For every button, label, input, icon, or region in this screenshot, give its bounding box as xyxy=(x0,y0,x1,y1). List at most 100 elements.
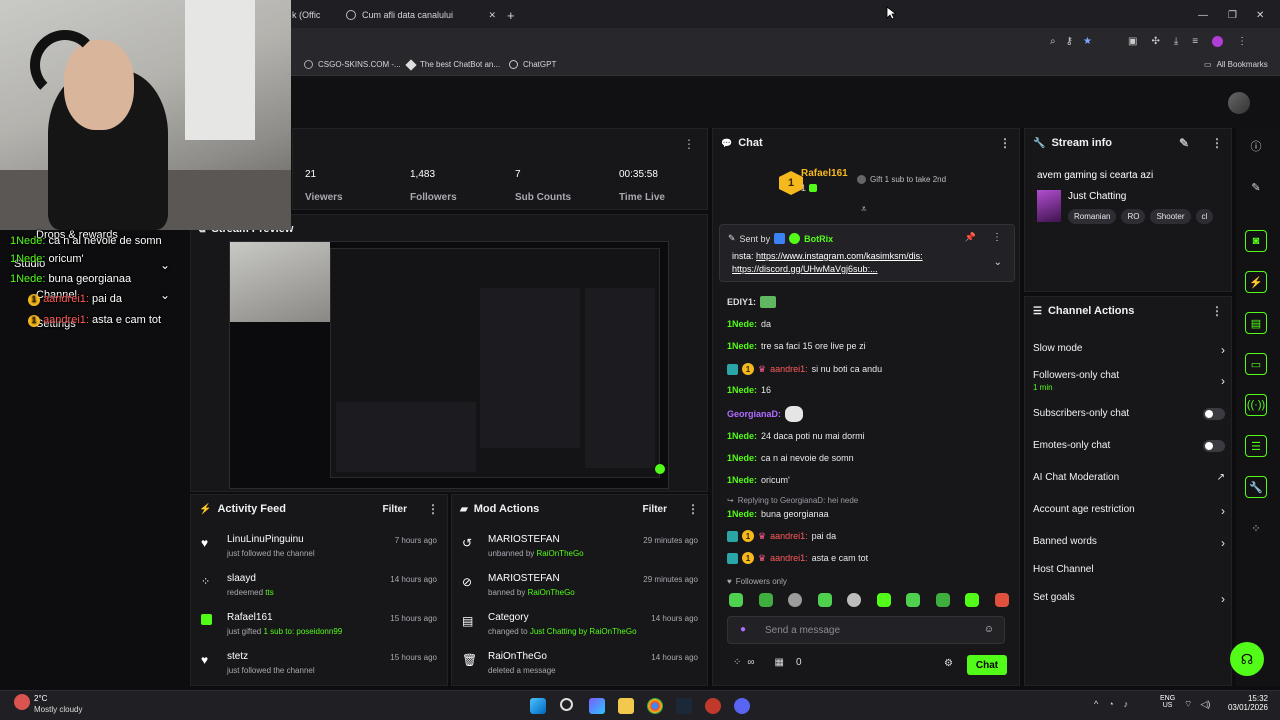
obs-icon[interactable] xyxy=(705,698,721,714)
microphone-icon[interactable]: ● xyxy=(740,624,746,635)
followers-only-row[interactable]: Followers-only chat 1 min › xyxy=(1033,370,1225,392)
chat-message[interactable]: GeorgianaD: xyxy=(727,406,804,422)
copilot-icon[interactable] xyxy=(589,698,605,714)
download-icon[interactable]: ⤓ xyxy=(1174,36,1178,47)
network-icon[interactable]: ◔ xyxy=(1108,699,1113,709)
subscribers-only-toggle[interactable] xyxy=(1203,408,1225,420)
wrench-icon[interactable]: 🔧 xyxy=(1245,476,1267,498)
feed-row[interactable]: Rafael161 just gifted 1 sub to: poseidonn… xyxy=(201,612,437,648)
pinned-link[interactable]: https://www.instagram.com/kasimksm/dis: xyxy=(756,251,923,261)
chat-message[interactable]: 1 ♛ aandrei1: pai da xyxy=(727,530,836,542)
banned-words-row[interactable]: Banned words › xyxy=(1033,536,1225,550)
pinned-menu-icon[interactable]: ⋮ xyxy=(992,232,1002,243)
mod-row[interactable]: ⊘ MARIOSTEFAN banned by RaiOnTheGo 29 minut… xyxy=(462,573,698,609)
volume-icon[interactable]: ◁) xyxy=(1200,699,1210,710)
top-gifter-name[interactable]: Rafael161 xyxy=(801,168,848,179)
points-icon[interactable]: ⁘ xyxy=(733,657,741,668)
points-icon[interactable]: ⁘ xyxy=(1245,517,1267,539)
search-icon[interactable] xyxy=(560,698,573,711)
category-name[interactable]: Just Chatting xyxy=(1068,191,1126,202)
chrome-icon[interactable] xyxy=(647,698,663,714)
steam-icon[interactable] xyxy=(676,698,692,714)
gift-cta[interactable]: Gift 1 sub to take 2nd xyxy=(857,175,946,184)
feed-name[interactable]: Rafael161 xyxy=(227,612,273,623)
info-icon[interactable]: ⓘ xyxy=(1245,135,1267,157)
chat-username[interactable]: GeorgianaD: xyxy=(727,409,781,419)
chat-username[interactable]: 1Nede: xyxy=(727,431,757,441)
support-headset-button[interactable]: ☊ xyxy=(1230,642,1264,676)
new-tab-icon[interactable]: + xyxy=(507,4,515,26)
set-goals-row[interactable]: Set goals › xyxy=(1033,592,1225,606)
windows-start-icon[interactable] xyxy=(530,698,546,714)
puzzle-icon[interactable]: ✣ xyxy=(1151,36,1159,47)
ai-moderation-row[interactable]: AI Chat Moderation ↗ xyxy=(1033,472,1225,483)
emote-icon[interactable] xyxy=(788,593,803,607)
chat-message[interactable]: 1Nede: 24 daca poti nu mai dormi xyxy=(727,431,865,441)
pinned-bot-name[interactable]: BotRix xyxy=(804,234,833,244)
bookmark-csgo[interactable]: CSGO-SKINS.COM -... xyxy=(304,60,401,69)
broadcast-icon[interactable]: ((·)) xyxy=(1245,394,1267,416)
clock[interactable]: 15:32 03/01/2026 xyxy=(1222,694,1268,712)
chat-message[interactable]: EDIY1: xyxy=(727,296,777,308)
browser-tab-active[interactable]: Cum afli data canalului ✕ xyxy=(346,4,496,26)
chat-menu-icon[interactable]: ⋮ xyxy=(999,136,1011,150)
stream-preview-video[interactable] xyxy=(229,241,669,489)
tab-close-icon[interactable]: ✕ xyxy=(488,10,496,21)
chat-message[interactable]: 1 ♛ aandrei1: si nu boti ca andu xyxy=(727,363,882,375)
expand-chevron-icon[interactable]: ⌄ xyxy=(994,257,1002,268)
send-chat-button[interactable]: Chat xyxy=(967,655,1007,675)
pinned-link[interactable]: https://discord.gg/UHwMaVgj6sub:... xyxy=(732,264,878,274)
chat-username[interactable]: 1Nede: xyxy=(727,509,757,519)
chevron-up-icon[interactable]: ^ xyxy=(1094,699,1098,709)
chat-username[interactable]: aandrei1: xyxy=(770,531,808,541)
emote-icon[interactable] xyxy=(876,593,891,607)
tag-chip[interactable]: Shooter xyxy=(1150,209,1191,224)
browser-menu-icon[interactable]: ⋮ xyxy=(1237,36,1247,47)
subscribers-only-row[interactable]: Subscribers-only chat xyxy=(1033,408,1225,420)
mod-name[interactable]: RaiOnTheGo xyxy=(488,651,547,662)
chat-message[interactable]: 1Nede: buna georgianaa xyxy=(727,509,829,519)
feed-name[interactable]: slaayd xyxy=(227,573,256,584)
wifi-icon[interactable]: ⌔ xyxy=(1184,699,1192,710)
slow-mode-row[interactable]: Slow mode › xyxy=(1033,343,1225,357)
chat-message[interactable]: 1Nede: ca n ai nevoie de somn xyxy=(727,453,854,463)
chat-username[interactable]: aandrei1: xyxy=(770,553,808,563)
feed-name[interactable]: stetz xyxy=(227,651,248,662)
maximize-icon[interactable]: ❐ xyxy=(1228,4,1237,26)
mod-filter-button[interactable]: Filter xyxy=(643,504,667,515)
zoom-icon[interactable]: ⌕ xyxy=(1050,36,1056,47)
chat-message[interactable]: 1Nede: oricum' xyxy=(727,475,790,485)
chat-bubble-icon[interactable]: ▭ xyxy=(1245,353,1267,375)
category-thumbnail[interactable] xyxy=(1037,190,1061,222)
bookmark-chatbot[interactable]: The best ChatBot an... xyxy=(405,58,500,71)
mod-row[interactable]: ▤ Category changed to Just Chatting by Rai… xyxy=(462,612,698,648)
edit-icon[interactable]: ✎ xyxy=(1245,176,1267,198)
chat-message[interactable]: 1Nede: tre sa faci 15 ore live pe zi xyxy=(727,341,866,351)
edit-stream-icon[interactable]: ✎ xyxy=(1179,136,1189,150)
mod-menu-icon[interactable]: ⋮ xyxy=(687,502,699,516)
user-avatar[interactable] xyxy=(1228,92,1250,114)
unpin-icon[interactable]: 📌 xyxy=(965,232,976,243)
profile-avatar[interactable] xyxy=(1212,36,1224,47)
chat-message[interactable]: 1 ♛ aandrei1: asta e cam tot xyxy=(727,552,868,564)
mod-name[interactable]: Category xyxy=(488,612,529,623)
emote-icon[interactable] xyxy=(758,593,773,607)
stream-info-menu-icon[interactable]: ⋮ xyxy=(1211,136,1223,150)
tag-chip[interactable]: Romanian xyxy=(1068,209,1117,224)
minimize-icon[interactable]: — xyxy=(1198,4,1208,26)
emote-icon[interactable] xyxy=(729,593,743,607)
chat-input[interactable]: ● Send a message ☺ xyxy=(727,616,1005,644)
file-explorer-icon[interactable] xyxy=(618,698,634,714)
bookmark-star-icon[interactable]: ★ xyxy=(1083,36,1092,47)
chat-settings-gear-icon[interactable]: ⚙ xyxy=(944,658,953,669)
mod-name[interactable]: MARIOSTEFAN xyxy=(488,534,560,545)
mod-row[interactable]: 🗑 RaiOnTheGo deleted a message 14 hours ago xyxy=(462,651,698,687)
store-icon[interactable]: ▦ xyxy=(775,657,784,668)
close-window-icon[interactable]: ✕ xyxy=(1256,4,1264,26)
collapse-icon[interactable]: ⩡ xyxy=(861,204,867,215)
emote-icon[interactable] xyxy=(817,593,832,607)
chat-username[interactable]: 1Nede: xyxy=(727,385,757,395)
chat-username[interactable]: 1Nede: xyxy=(727,453,757,463)
media-icon[interactable]: ≡ xyxy=(1192,36,1198,47)
all-bookmarks[interactable]: ▭ All Bookmarks xyxy=(1204,60,1268,69)
